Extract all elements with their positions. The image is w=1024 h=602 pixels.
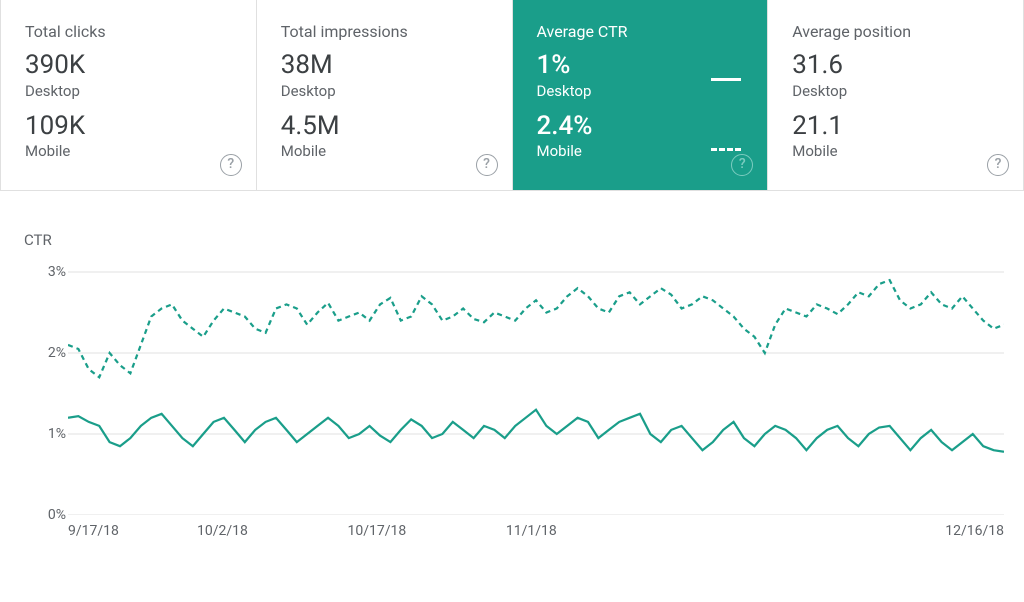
card-total-impressions[interactable]: Total impressions 38M Desktop 4.5M Mobil… <box>257 0 513 190</box>
mobile-value: 4.5M <box>281 112 488 141</box>
card-average-position[interactable]: Average position 31.6 Desktop 21.1 Mobil… <box>768 0 1023 190</box>
y-tick: 0% <box>48 507 66 523</box>
y-tick: 2% <box>48 345 66 361</box>
desktop-value: 1% <box>537 51 744 80</box>
mobile-label: Mobile <box>792 142 999 160</box>
card-total-clicks[interactable]: Total clicks 390K Desktop 109K Mobile ? <box>1 0 257 190</box>
chart-plot <box>68 255 1004 515</box>
mobile-value: 109K <box>25 112 232 141</box>
x-tick: 11/1/18 <box>506 523 557 539</box>
desktop-value: 390K <box>25 51 232 80</box>
series-mobile <box>68 280 1004 377</box>
desktop-label: Desktop <box>537 82 744 100</box>
y-tick: 3% <box>48 264 66 280</box>
y-axis-ticks: 3% 2% 1% 0% <box>30 255 70 515</box>
desktop-value: 38M <box>281 51 488 80</box>
chart-area: CTR 3% 2% 1% 0% 9/17/18 10/2/18 10/17/18 11… <box>0 191 1024 553</box>
card-title: Total impressions <box>281 22 488 41</box>
help-icon[interactable]: ? <box>220 154 242 176</box>
x-tick: 10/17/18 <box>347 523 406 539</box>
card-title: Average position <box>792 22 999 41</box>
help-icon[interactable]: ? <box>476 154 498 176</box>
x-tick: 9/17/18 <box>68 523 119 539</box>
legend-solid-line-icon <box>711 78 741 81</box>
help-icon[interactable]: ? <box>731 154 753 176</box>
mobile-label: Mobile <box>281 142 488 160</box>
card-title: Total clicks <box>25 22 232 41</box>
chart-y-title: CTR <box>24 231 1004 249</box>
desktop-label: Desktop <box>25 82 232 100</box>
desktop-value: 31.6 <box>792 51 999 80</box>
card-average-ctr[interactable]: Average CTR 1% Desktop 2.4% Mobile ? <box>513 0 769 190</box>
series-desktop <box>68 410 1004 452</box>
metric-cards-row: Total clicks 390K Desktop 109K Mobile ? … <box>0 0 1024 191</box>
mobile-value: 21.1 <box>792 112 999 141</box>
card-title: Average CTR <box>537 22 744 41</box>
mobile-value: 2.4% <box>537 112 744 141</box>
desktop-label: Desktop <box>792 82 999 100</box>
x-tick: 12/16/18 <box>945 523 1004 539</box>
mobile-label: Mobile <box>25 142 232 160</box>
desktop-label: Desktop <box>281 82 488 100</box>
help-icon[interactable]: ? <box>987 154 1009 176</box>
mobile-label: Mobile <box>537 142 744 160</box>
x-axis-ticks: 9/17/18 10/2/18 10/17/18 11/1/18 12/16/18 <box>68 523 1004 543</box>
x-tick: 10/2/18 <box>197 523 248 539</box>
legend-dashed-line-icon <box>711 148 741 151</box>
y-tick: 1% <box>48 426 66 442</box>
